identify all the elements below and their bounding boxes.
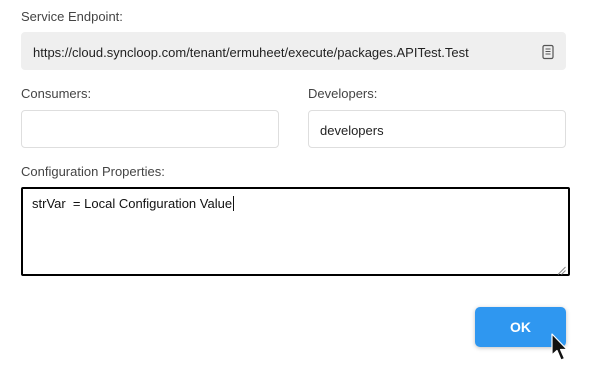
resize-handle-icon[interactable] — [557, 263, 566, 275]
consumers-input[interactable] — [21, 110, 279, 148]
mouse-pointer-icon — [551, 333, 571, 363]
service-endpoint-label: Service Endpoint: — [21, 9, 123, 24]
copy-icon[interactable] — [541, 44, 555, 60]
service-endpoint-field[interactable]: https://cloud.syncloop.com/tenant/ermuhe… — [21, 32, 566, 70]
text-caret — [233, 196, 235, 211]
ok-button-label: OK — [510, 319, 531, 335]
developers-input[interactable]: developers — [308, 110, 566, 148]
consumers-label: Consumers: — [21, 86, 92, 101]
developers-value: developers — [320, 123, 384, 138]
configuration-properties-textarea[interactable]: strVar = Local Configuration Value — [21, 187, 570, 276]
configuration-properties-value: strVar = Local Configuration Value — [32, 196, 233, 211]
developers-label: Developers: — [308, 86, 378, 101]
configuration-properties-text: strVar = Local Configuration Value — [32, 196, 235, 212]
service-endpoint-value: https://cloud.syncloop.com/tenant/ermuhe… — [33, 45, 469, 60]
configuration-properties-label: Configuration Properties: — [21, 164, 165, 179]
